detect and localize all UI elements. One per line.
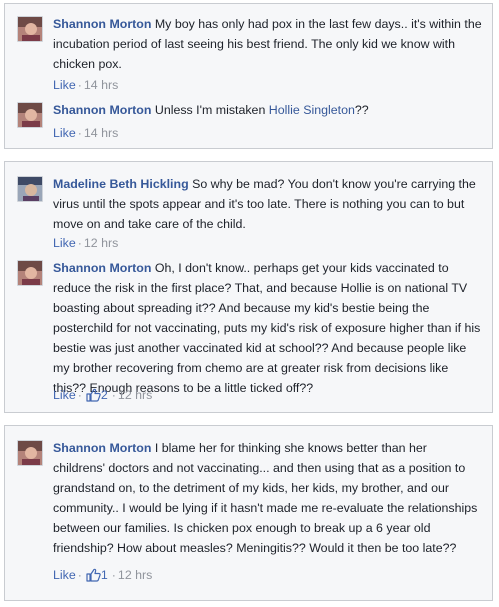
comment-body: Oh, I don't know.. perhaps get your kids… bbox=[53, 261, 481, 395]
comment-meta: Like · 14 hrs bbox=[53, 76, 118, 94]
meta-separator: · bbox=[111, 388, 116, 402]
comment-text: Shannon Morton Oh, I don't know.. perhap… bbox=[53, 258, 482, 398]
meta-separator: · bbox=[77, 236, 82, 250]
avatar-madeline-beth-hickling[interactable] bbox=[17, 176, 43, 202]
meta-separator: · bbox=[77, 568, 82, 582]
comment-item: Shannon Morton Oh, I don't know.. perhap… bbox=[5, 258, 492, 408]
avatar-shannon-morton[interactable] bbox=[17, 260, 43, 286]
avatar-shannon-morton[interactable] bbox=[17, 440, 43, 466]
comment-text: Shannon Morton I blame her for thinking … bbox=[53, 438, 482, 558]
comment-item: Madeline Beth Hickling So why be mad? Yo… bbox=[5, 174, 492, 262]
comment-meta: Like · 1 · 12 hrs bbox=[53, 566, 152, 584]
like-link[interactable]: Like bbox=[53, 78, 76, 92]
avatar-shannon-morton[interactable] bbox=[17, 102, 43, 128]
meta-separator: · bbox=[77, 126, 82, 140]
like-link[interactable]: Like bbox=[53, 236, 76, 250]
thumbs-up-icon[interactable] bbox=[86, 568, 101, 587]
like-link[interactable]: Like bbox=[53, 126, 76, 140]
comment-item: Shannon Morton My boy has only had pox i… bbox=[5, 14, 492, 92]
comment-meta: Like · 14 hrs bbox=[53, 124, 118, 142]
comment-timestamp[interactable]: 14 hrs bbox=[84, 78, 118, 92]
comment-text: Shannon Morton My boy has only had pox i… bbox=[53, 14, 482, 74]
comment-body: Unless I'm mistaken bbox=[151, 103, 269, 117]
meta-separator: · bbox=[77, 388, 82, 402]
comment-thread-1: Shannon Morton My boy has only had pox i… bbox=[4, 3, 493, 149]
comment-meta: Like · 2 · 12 hrs bbox=[53, 386, 152, 404]
thumbs-up-icon[interactable] bbox=[86, 388, 101, 407]
comment-meta: Like · 12 hrs bbox=[53, 234, 118, 252]
comment-author[interactable]: Shannon Morton bbox=[53, 441, 151, 455]
comment-author[interactable]: Shannon Morton bbox=[53, 17, 151, 31]
comment-text: Shannon Morton Unless I'm mistaken Holli… bbox=[53, 100, 482, 120]
comment-author[interactable]: Shannon Morton bbox=[53, 261, 151, 275]
avatar-shannon-morton[interactable] bbox=[17, 16, 43, 42]
meta-separator: · bbox=[111, 568, 116, 582]
comment-text: Madeline Beth Hickling So why be mad? Yo… bbox=[53, 174, 482, 234]
comment-thread-2: Madeline Beth Hickling So why be mad? Yo… bbox=[4, 161, 493, 413]
mention-link[interactable]: Hollie Singleton bbox=[269, 103, 355, 117]
like-count[interactable]: 2 bbox=[101, 388, 108, 402]
like-link[interactable]: Like bbox=[53, 388, 76, 402]
comment-timestamp[interactable]: 12 hrs bbox=[118, 568, 152, 582]
comment-item: Shannon Morton Unless I'm mistaken Holli… bbox=[5, 100, 492, 144]
comment-author[interactable]: Shannon Morton bbox=[53, 103, 151, 117]
comment-author[interactable]: Madeline Beth Hickling bbox=[53, 177, 189, 191]
comment-body: I blame her for thinking she knows bette… bbox=[53, 441, 478, 555]
comment-item: Shannon Morton I blame her for thinking … bbox=[5, 438, 492, 598]
comment-body-end: ?? bbox=[354, 103, 369, 117]
like-count[interactable]: 1 bbox=[101, 568, 108, 582]
meta-separator: · bbox=[77, 78, 82, 92]
comment-timestamp[interactable]: 14 hrs bbox=[84, 126, 118, 140]
comment-timestamp[interactable]: 12 hrs bbox=[118, 388, 152, 402]
comment-thread-3: Shannon Morton I blame her for thinking … bbox=[4, 425, 493, 601]
comment-timestamp[interactable]: 12 hrs bbox=[84, 236, 118, 250]
like-link[interactable]: Like bbox=[53, 568, 76, 582]
